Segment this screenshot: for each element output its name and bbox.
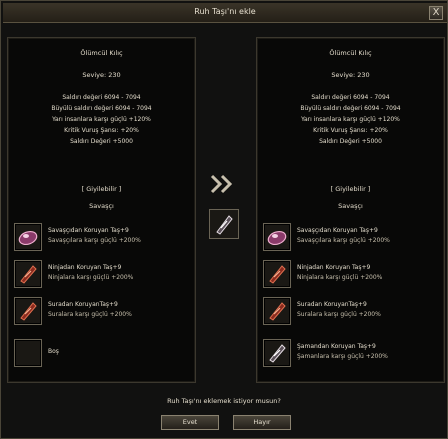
socket-title: Savaşçıdan Koruyan Taş+9 bbox=[48, 227, 129, 234]
socket-slot: Suradan KoruyanTaş+9 Suralara karşı güçl… bbox=[14, 297, 194, 329]
white-soulstone-icon[interactable] bbox=[209, 209, 239, 239]
red-soulstone-icon[interactable] bbox=[263, 260, 291, 288]
socket-slot: Ninjadan Koruyan Taş+9 Ninjalara karşı g… bbox=[14, 260, 194, 292]
window-title: Ruh Taşı'nı ekle bbox=[194, 7, 256, 16]
socket-title: Savaşçıdan Koruyan Taş+9 bbox=[297, 227, 378, 234]
socket-desc: Savaşçılara karşı güçlü +200% bbox=[297, 237, 390, 244]
purple-soulstone-icon[interactable] bbox=[14, 223, 42, 251]
red-soulstone-icon[interactable] bbox=[14, 297, 42, 325]
result-item-panel: Ölümcül Kılıç Seviye: 230 Saldırı değeri… bbox=[256, 37, 445, 383]
item-stats: Saldırı değeri 6094 - 7094 Büyülü saldır… bbox=[8, 92, 195, 147]
red-soulstone-icon[interactable] bbox=[263, 297, 291, 325]
stat-line: Saldırı Değeri +5000 bbox=[70, 138, 133, 145]
item-name: Ölümcül Kılıç bbox=[80, 49, 123, 57]
item-level: Seviye: 230 bbox=[82, 71, 121, 79]
socket-title: Ninjadan Koruyan Taş+9 bbox=[297, 264, 371, 271]
stat-line: Saldırı değeri 6094 - 7094 bbox=[311, 94, 390, 101]
red-soulstone-icon[interactable] bbox=[14, 260, 42, 288]
item-level: Seviye: 230 bbox=[331, 71, 370, 79]
socket-desc: Şamanlara karşı güçlü +200% bbox=[297, 353, 388, 360]
socket-slot: Savaşçıdan Koruyan Taş+9 Savaşçılara kar… bbox=[14, 223, 194, 255]
stat-line: Yarı insanlara karşı güçlü +120% bbox=[52, 116, 151, 123]
socket-slot: Suradan KoruyanTaş+9 Suralara karşı güçl… bbox=[263, 297, 443, 329]
socket-slot: Ninjadan Koruyan Taş+9 Ninjalara karşı g… bbox=[263, 260, 443, 292]
socket-title: Suradan KoruyanTaş+9 bbox=[297, 301, 367, 308]
socket-slot: Şamandan Koruyan Taş+9 Şamanlara karşı g… bbox=[263, 339, 443, 371]
socket-title: Şamandan Koruyan Taş+9 bbox=[297, 343, 376, 350]
stat-line: Büyülü saldırı değeri 6094 - 7094 bbox=[51, 105, 152, 112]
socket-slot-empty: Boş bbox=[14, 339, 194, 371]
no-button[interactable]: Hayır bbox=[233, 415, 291, 430]
stat-line: Saldırı değeri 6094 - 7094 bbox=[62, 94, 141, 101]
confirm-question: Ruh Taşı'nı eklemek istiyor musun? bbox=[167, 397, 281, 405]
stat-line: Kritik Vuruş Şansı: +20% bbox=[64, 127, 139, 134]
class-label: Savaşçı bbox=[338, 202, 363, 210]
yes-button[interactable]: Evet bbox=[161, 415, 219, 430]
current-item-panel: Ölümcül Kılıç Seviye: 230 Saldırı değeri… bbox=[7, 37, 196, 383]
item-stats: Saldırı değeri 6094 - 7094 Büyülü saldır… bbox=[257, 92, 444, 147]
socket-slot: Savaşçıdan Koruyan Taş+9 Savaşçılara kar… bbox=[263, 223, 443, 255]
stat-line: Saldırı Değeri +5000 bbox=[319, 138, 382, 145]
stat-line: Yarı insanlara karşı güçlü +120% bbox=[301, 116, 400, 123]
wearable-label: [ Giyilebilir ] bbox=[330, 185, 371, 193]
empty-slot-icon[interactable] bbox=[14, 339, 42, 367]
item-name: Ölümcül Kılıç bbox=[329, 49, 372, 57]
socket-desc: Suralara karşı güçlü +200% bbox=[297, 311, 381, 318]
socket-desc: Suralara karşı güçlü +200% bbox=[48, 311, 132, 318]
socket-desc: Ninjalara karşı güçlü +200% bbox=[48, 274, 134, 281]
socket-empty-label: Boş bbox=[48, 348, 59, 355]
title-bar[interactable]: Ruh Taşı'nı ekle X bbox=[3, 3, 447, 23]
stat-line: Büyülü saldırı değeri 6094 - 7094 bbox=[300, 105, 401, 112]
socket-desc: Savaşçılara karşı güçlü +200% bbox=[48, 237, 141, 244]
socket-title: Ninjadan Koruyan Taş+9 bbox=[48, 264, 122, 271]
close-button[interactable]: X bbox=[429, 6, 443, 20]
wearable-label: [ Giyilebilir ] bbox=[81, 185, 122, 193]
socket-desc: Ninjalara karşı güçlü +200% bbox=[297, 274, 383, 281]
socket-title: Suradan KoruyanTaş+9 bbox=[48, 301, 118, 308]
class-label: Savaşçı bbox=[89, 202, 114, 210]
purple-soulstone-icon[interactable] bbox=[263, 223, 291, 251]
white-soulstone-icon[interactable] bbox=[263, 339, 291, 367]
add-soulstone-window: Ruh Taşı'nı ekle X Ölümcül Kılıç Seviye:… bbox=[0, 0, 448, 439]
double-chevron-right-icon bbox=[209, 173, 237, 195]
stat-line: Kritik Vuruş Şansı: +20% bbox=[313, 127, 388, 134]
